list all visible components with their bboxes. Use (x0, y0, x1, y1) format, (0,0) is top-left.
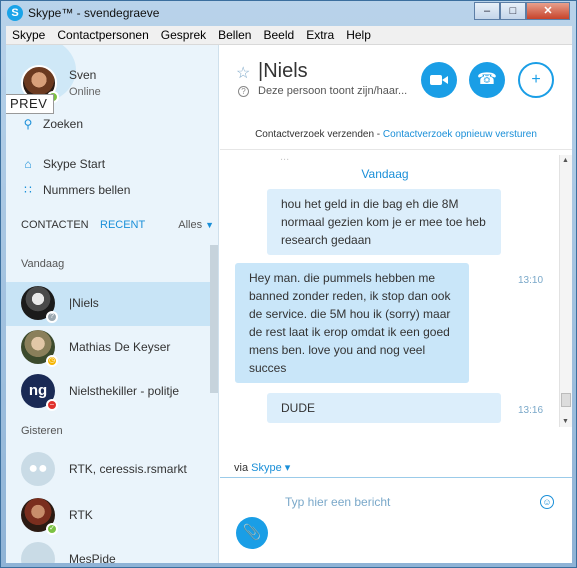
phone-icon: ☎ (477, 71, 497, 88)
chat-pane: ☆ |Niels ? Deze persoon toont zijn/haar.… (220, 45, 572, 563)
contact-name: Mathias De Keyser (69, 340, 171, 354)
skype-home-button[interactable]: ⌂ Skype Start (21, 154, 105, 174)
menu-skype[interactable]: Skype (6, 28, 51, 42)
menu-contacts[interactable]: Contactpersonen (51, 28, 154, 42)
video-call-button[interactable] (421, 62, 457, 98)
message-scrollbar[interactable]: ▲ ▼ (559, 155, 572, 427)
minimize-button[interactable]: – (474, 2, 500, 20)
divider (220, 149, 572, 150)
window-controls: – □ ✕ (474, 2, 570, 20)
add-person-icon: + (531, 71, 541, 88)
contact-name: Nielsthekiller - politje (69, 384, 180, 398)
group-today-label: Vandaag (21, 258, 65, 270)
menu-help[interactable]: Help (340, 28, 377, 42)
contact-request-bar: Contactverzoek verzenden - Contactverzoe… (220, 129, 572, 140)
message-bubble-incoming[interactable]: Hey man. die pummels hebben me banned zo… (235, 263, 469, 383)
paperclip-icon: 📎 (242, 524, 262, 541)
compose-divider (220, 477, 572, 478)
message-list: ... Vandaag hou het geld in die bag eh d… (220, 155, 560, 455)
via-label: via (234, 462, 252, 474)
search-button[interactable]: ⚲ Zoeken (21, 114, 83, 134)
skype-home-label: Skype Start (43, 157, 106, 171)
dialpad-icon: ∷ (24, 183, 32, 197)
close-button[interactable]: ✕ (526, 2, 570, 20)
emoticon-icon[interactable]: ☺ (540, 495, 554, 509)
contact-item-nielsthekiller[interactable]: ng – Nielsthekiller - politje (6, 370, 211, 414)
via-skype-link[interactable]: Skype (251, 462, 282, 474)
profile-name[interactable]: Sven (69, 68, 96, 82)
prev-overlay-label[interactable]: PREV (6, 94, 54, 114)
faded-text: ... (280, 155, 290, 163)
attach-file-button[interactable]: 📎 (236, 517, 268, 549)
contact-item-mespide[interactable]: MesPide (6, 538, 211, 563)
window-title: Skype™ - svendegraeve (28, 6, 160, 20)
menu-view[interactable]: Beeld (257, 28, 300, 42)
skype-window: S Skype™ - svendegraeve – □ ✕ Skype Cont… (0, 0, 577, 568)
online-status-icon: ✓ (46, 523, 58, 535)
audio-call-button[interactable]: ☎ (469, 62, 505, 98)
scroll-down-arrow-icon[interactable]: ▼ (562, 418, 569, 425)
away-status-icon: ◷ (46, 355, 58, 367)
tab-contacts[interactable]: CONTACTEN (21, 219, 89, 231)
maximize-button[interactable]: □ (500, 2, 526, 20)
message-bubble-outgoing[interactable]: DUDE (267, 393, 501, 423)
title-bar: S Skype™ - svendegraeve – □ ✕ (1, 1, 576, 25)
dial-label: Nummers bellen (43, 183, 131, 197)
request-text: Contactverzoek verzenden - (255, 129, 383, 140)
via-selector[interactable]: via Skype ▾ (234, 461, 290, 474)
message-input[interactable]: Typ hier een bericht (285, 495, 390, 509)
home-icon: ⌂ (24, 157, 32, 171)
contact-item-mathias[interactable]: ◷ Mathias De Keyser (6, 326, 211, 370)
busy-status-icon: – (46, 399, 58, 411)
message-time: 13:10 (518, 275, 544, 286)
menu-bar: Skype Contactpersonen Gesprek Bellen Bee… (6, 26, 572, 45)
group-icon: ●● (21, 452, 55, 486)
date-separator: Vandaag (361, 167, 409, 181)
filter-label: Alles (178, 219, 203, 231)
avatar (21, 542, 55, 563)
contact-tabs: CONTACTEN RECENT Alles ▼ (21, 217, 214, 235)
contact-name: RTK (69, 508, 93, 522)
resend-request-link[interactable]: Contactverzoek opnieuw versturen (383, 129, 537, 140)
chat-title: |Niels (258, 60, 308, 82)
message-bubble-outgoing[interactable]: hou het geld in die bag eh die 8M normaa… (267, 189, 501, 255)
client-area: Sven Online PREV ⚲ Zoeken ⌂ Skype Start … (6, 45, 572, 563)
contact-name: MesPide (69, 552, 116, 563)
scroll-up-arrow-icon[interactable]: ▲ (562, 157, 569, 164)
menu-conversation[interactable]: Gesprek (155, 28, 212, 42)
chevron-down-icon: ▼ (205, 220, 214, 230)
contact-name: RTK, ceressis.rsmarkt (69, 462, 187, 476)
chat-subtitle[interactable]: Deze persoon toont zijn/haar... (258, 85, 407, 97)
favorite-star-icon[interactable]: ☆ (236, 63, 250, 83)
skype-logo-icon: S (7, 5, 23, 21)
video-camera-icon (430, 74, 448, 85)
scrollbar-thumb[interactable] (561, 393, 571, 407)
contact-item-niels[interactable]: ? |Niels (6, 282, 211, 326)
profile-status[interactable]: Online (69, 86, 101, 98)
filter-dropdown[interactable]: Alles ▼ (178, 219, 214, 231)
chevron-down-icon: ▾ (281, 462, 291, 474)
add-people-button[interactable]: + (518, 62, 554, 98)
pending-status-icon: ? (46, 311, 58, 323)
contact-name: |Niels (69, 296, 99, 310)
contact-item-rtk-group[interactable]: ●● RTK, ceressis.rsmarkt (6, 448, 211, 492)
group-yesterday-label: Gisteren (21, 425, 63, 437)
message-time: 13:16 (518, 405, 544, 416)
contact-item-rtk[interactable]: ✓ RTK (6, 494, 211, 538)
sidebar: Sven Online PREV ⚲ Zoeken ⌂ Skype Start … (6, 45, 219, 563)
info-icon: ? (238, 86, 249, 97)
search-label: Zoeken (43, 117, 84, 131)
sidebar-scrollbar[interactable] (210, 245, 218, 393)
menu-tools[interactable]: Extra (300, 28, 340, 42)
dial-button[interactable]: ∷ Nummers bellen (21, 180, 130, 200)
tab-recent[interactable]: RECENT (100, 219, 145, 231)
menu-call[interactable]: Bellen (212, 28, 257, 42)
search-icon: ⚲ (23, 117, 33, 131)
